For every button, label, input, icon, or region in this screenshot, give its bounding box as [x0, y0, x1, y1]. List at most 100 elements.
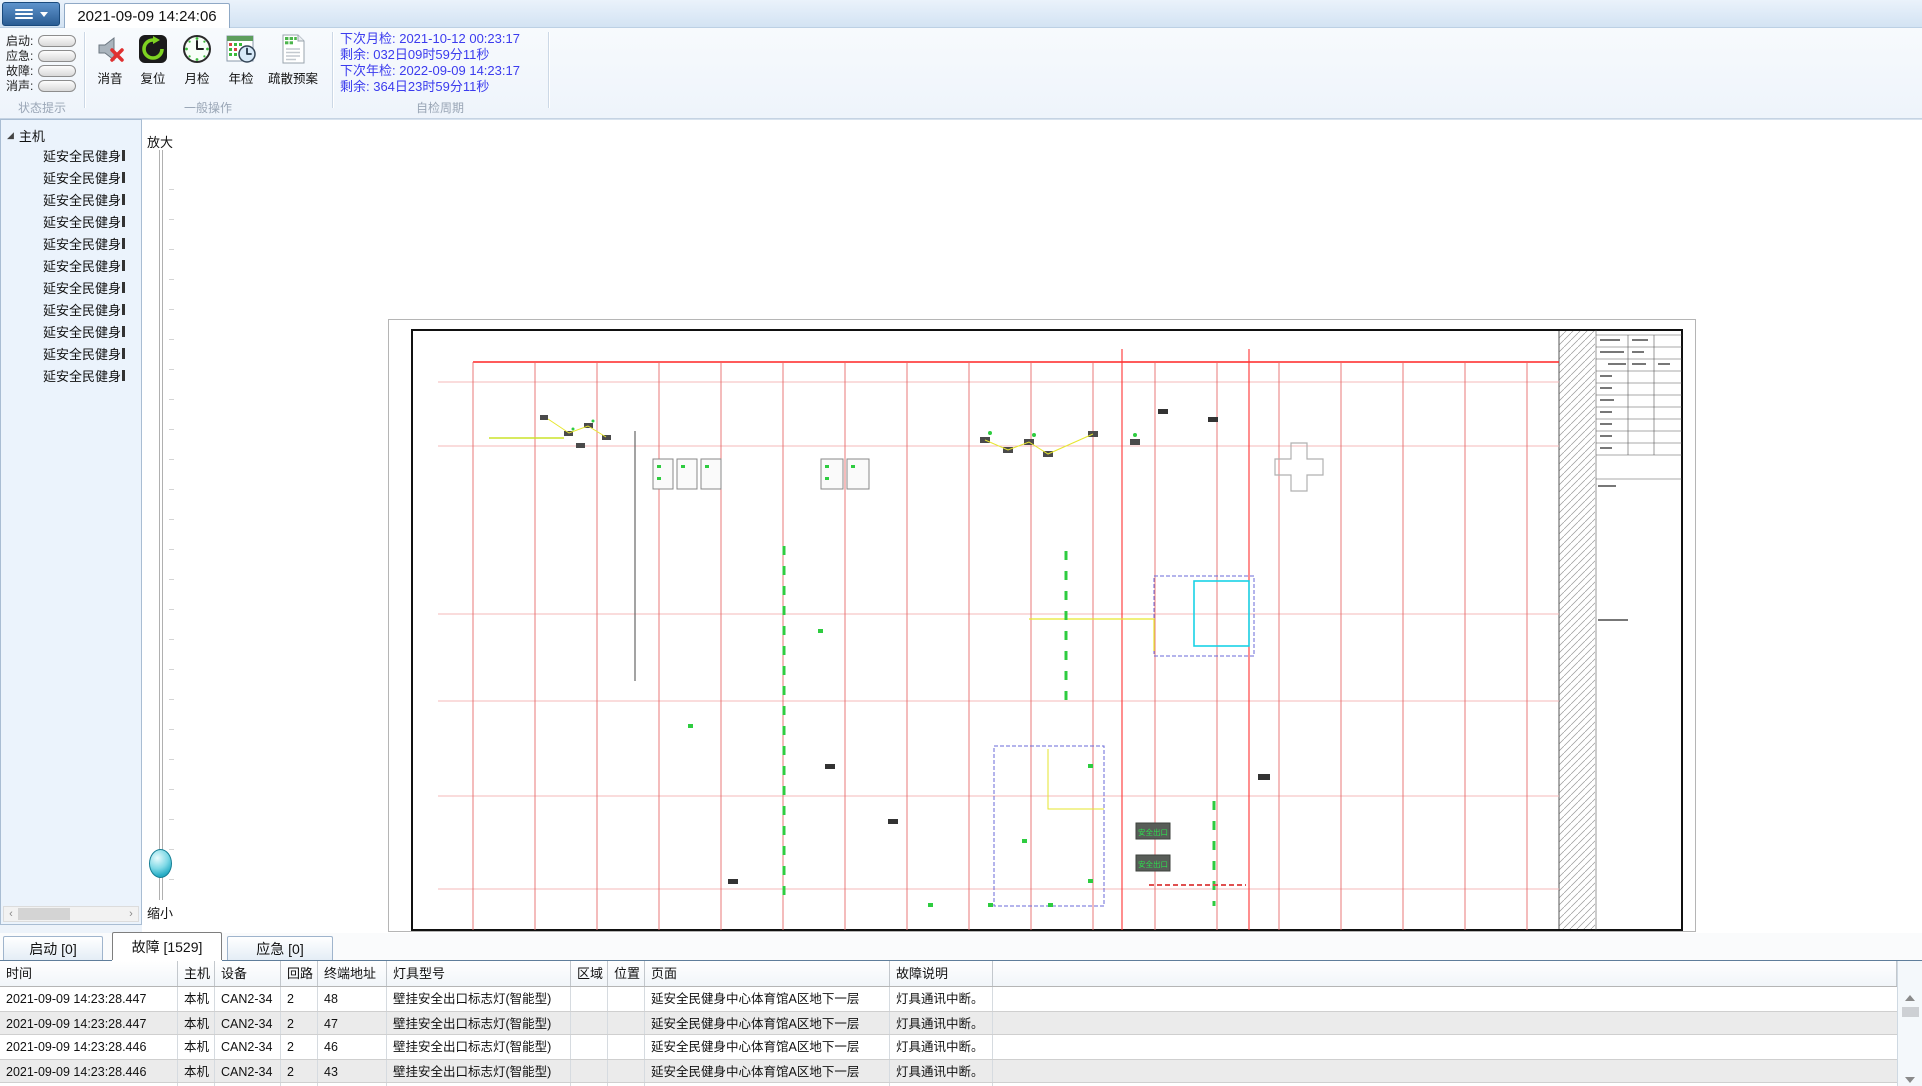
fault-table-header: 时间 主机 设备 回路 终端地址 灯具型号 区域 位置 页面 故障说明 — [0, 961, 1897, 987]
cell-host: 本机 — [178, 1060, 215, 1082]
tree-horizontal-scrollbar[interactable]: ‹ › — [3, 906, 139, 922]
cell-terminal-address: 48 — [318, 987, 387, 1011]
col-header-filler — [993, 961, 1897, 986]
cell-terminal-address: 46 — [318, 1035, 387, 1059]
cell-lamp-model: 壁挂安全出口标志灯(智能型) — [387, 1060, 571, 1082]
tree-item-page[interactable]: 延安全民健身 — [1, 278, 141, 300]
cell-loop: 2 — [281, 1035, 318, 1059]
tree-root-host[interactable]: ◢ 主机 — [7, 126, 45, 144]
monthly-remaining-text: 剩余: 032日09时59分11秒 — [340, 47, 550, 63]
annual-remaining-text: 剩余: 364日23时59分11秒 — [340, 79, 550, 95]
page-tree-panel: ◢ 主机 延安全民健身 延安全民健身 延安全民健身 延安全民健身 延安全民健身 … — [0, 119, 142, 925]
cell-device: CAN2-34 — [215, 1012, 281, 1034]
scrollbar-thumb[interactable] — [1902, 1007, 1919, 1017]
table-vertical-scrollbar[interactable] — [1897, 961, 1922, 1086]
tree-item-page[interactable]: 延安全民健身 — [1, 190, 141, 212]
tab-start-events[interactable]: 启动 [0] — [3, 936, 103, 960]
annual-inspection-calendar-icon — [225, 33, 257, 65]
ribbon-toolbar: 启动: 应急: 故障: 消声: 状态提示 消音 复位 — [0, 28, 1922, 119]
reset-icon — [137, 33, 169, 65]
fault-table-row[interactable]: 2021-09-09 14:23:28.446 本机 CAN2-34 2 43 … — [0, 1059, 1897, 1083]
fault-table-row[interactable]: 2021-09-09 14:23:28.447 本机 CAN2-34 2 48 … — [0, 987, 1897, 1011]
col-header-host[interactable]: 主机 — [178, 961, 215, 986]
clock-tab[interactable]: 2021-09-09 14:24:06 — [64, 3, 230, 29]
zoom-in-label[interactable]: 放大 — [147, 132, 173, 151]
status-group-caption: 状态提示 — [0, 99, 84, 115]
cell-terminal-address: 43 — [318, 1060, 387, 1082]
cell-lamp-model: 壁挂安全出口标志灯(智能型) — [387, 1035, 571, 1059]
tree-item-page[interactable]: 延安全民健身 — [1, 344, 141, 366]
reset-button[interactable]: 复位 — [129, 31, 177, 93]
status-label: 消声: — [6, 77, 38, 94]
tree-item-page[interactable]: 延安全民健身 — [1, 234, 141, 256]
col-header-location[interactable]: 位置 — [608, 961, 645, 986]
cell-page: 延安全民健身中心体育馆A区地下一层 — [645, 1060, 890, 1082]
tree-expand-icon[interactable]: ◢ — [7, 130, 14, 141]
tree-item-page[interactable]: 延安全民健身 — [1, 146, 141, 168]
app-window: { "titlebar": { "time_tab": "2021-09-09 … — [0, 0, 1922, 1086]
cell-location — [608, 1060, 645, 1082]
scroll-down-arrow-icon[interactable] — [1905, 1077, 1915, 1083]
cell-host: 本机 — [178, 987, 215, 1011]
safety-exit-sign: 安全出口 — [1136, 823, 1170, 839]
selfcheck-group-caption: 自检周期 — [332, 99, 548, 115]
button-label: 月检 — [184, 68, 209, 87]
zoom-slider-track[interactable] — [159, 150, 163, 900]
tree-item-list: 延安全民健身 延安全民健身 延安全民健身 延安全民健身 延安全民健身 延安全民健… — [1, 146, 141, 388]
monthly-inspection-clock-icon — [181, 33, 213, 65]
annual-inspection-button[interactable]: 年检 — [217, 31, 265, 93]
tree-item-page[interactable]: 延安全民健身 — [1, 256, 141, 278]
fault-table-row[interactable]: 2021-09-09 14:23:28.447 本机 CAN2-34 2 47 … — [0, 1011, 1897, 1035]
scroll-left-arrow-icon[interactable]: ‹ — [4, 907, 18, 921]
cell-page: 延安全民健身中心体育馆A区地下一层 — [645, 987, 890, 1011]
tree-item-page[interactable]: 延安全民健身 — [1, 322, 141, 344]
tree-item-page[interactable]: 延安全民健身 — [1, 168, 141, 190]
fault-table-row[interactable]: 2021-09-09 14:23:28.446 本机 CAN2-34 2 46 … — [0, 1035, 1897, 1059]
col-header-loop[interactable]: 回路 — [281, 961, 318, 986]
group-separator — [548, 32, 549, 108]
cell-device: CAN2-34 — [215, 987, 281, 1011]
evacuation-plan-button[interactable]: 疏散预案 — [264, 31, 322, 93]
scroll-up-arrow-icon[interactable] — [1905, 995, 1915, 1001]
cell-location — [608, 1012, 645, 1034]
cell-host: 本机 — [178, 1035, 215, 1059]
col-header-area[interactable]: 区域 — [571, 961, 608, 986]
col-header-lamp-model[interactable]: 灯具型号 — [387, 961, 571, 986]
col-header-fault-description[interactable]: 故障说明 — [890, 961, 993, 986]
cell-page: 延安全民健身中心体育馆A区地下一层 — [645, 1012, 890, 1034]
exit-sign-text: 安全出口 — [1138, 827, 1168, 837]
scrollbar-thumb[interactable] — [18, 908, 70, 920]
zoom-slider-knob[interactable] — [149, 849, 172, 878]
button-label: 疏散预案 — [268, 68, 318, 87]
cell-area — [571, 1060, 608, 1082]
tree-item-page[interactable]: 延安全民健身 — [1, 300, 141, 322]
main-menu-button[interactable] — [2, 2, 60, 26]
mute-button[interactable]: 消音 — [86, 31, 134, 93]
col-header-terminal-address[interactable]: 终端地址 — [318, 961, 387, 986]
next-monthly-check-text: 下次月检: 2021-10-12 00:23:17 — [340, 31, 550, 47]
cell-fault-description: 灯具通讯中断。 — [890, 1035, 993, 1059]
zoom-slider-ticks — [169, 160, 174, 890]
selfcheck-info: 下次月检: 2021-10-12 00:23:17 剩余: 032日09时59分… — [340, 31, 550, 95]
tab-emergency-events[interactable]: 应急 [0] — [227, 936, 333, 960]
zoom-out-label[interactable]: 缩小 — [147, 903, 173, 922]
cell-area — [571, 987, 608, 1011]
button-label: 年检 — [228, 68, 253, 87]
cell-lamp-model: 壁挂安全出口标志灯(智能型) — [387, 987, 571, 1011]
col-header-device[interactable]: 设备 — [215, 961, 281, 986]
monthly-inspection-button[interactable]: 月检 — [173, 31, 221, 93]
scroll-right-arrow-icon[interactable]: › — [124, 907, 138, 921]
silence-indicator — [38, 80, 76, 92]
col-header-time[interactable]: 时间 — [0, 961, 178, 986]
hamburger-icon — [15, 7, 33, 21]
tree-item-page[interactable]: 延安全民健身 — [1, 212, 141, 234]
actions-group-caption: 一般操作 — [84, 99, 332, 115]
col-header-page[interactable]: 页面 — [645, 961, 890, 986]
tree-root-label: 主机 — [19, 126, 45, 145]
tab-fault-events[interactable]: 故障 [1529] — [112, 932, 222, 960]
status-row-fault: 故障: — [6, 63, 76, 78]
cell-page: 延安全民健身中心体育馆A区地下一层 — [645, 1035, 890, 1059]
safety-exit-sign: 安全出口 — [1136, 855, 1170, 871]
cell-fault-description: 灯具通讯中断。 — [890, 987, 993, 1011]
tree-item-page[interactable]: 延安全民健身 — [1, 366, 141, 388]
